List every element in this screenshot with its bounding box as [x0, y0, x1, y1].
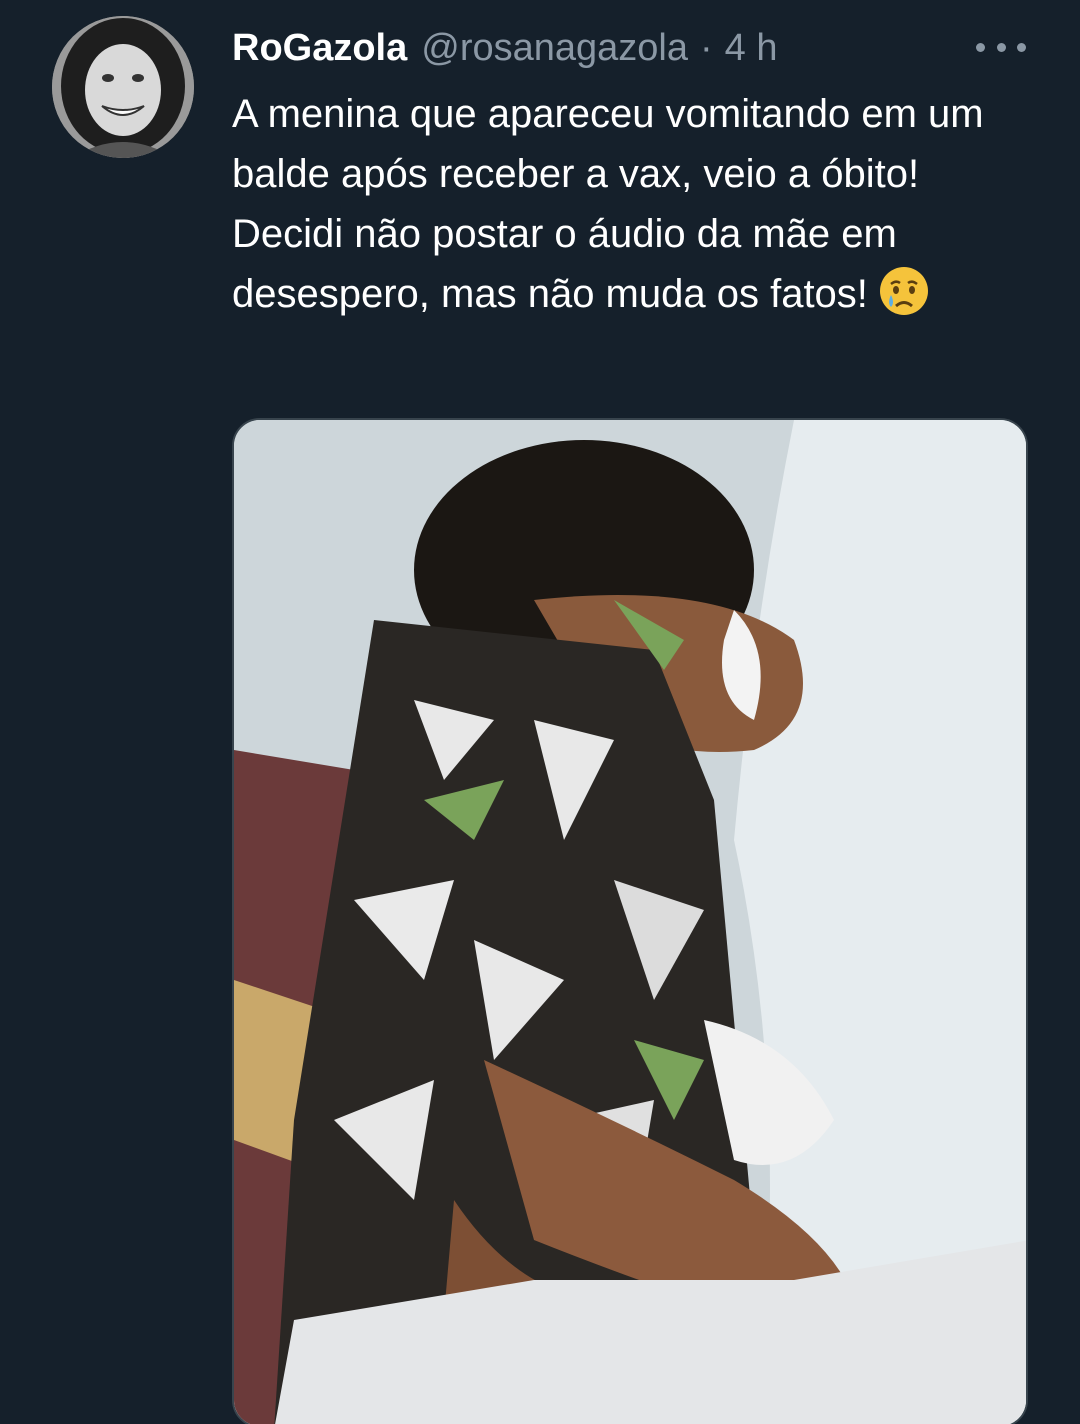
tweet-text: A menina que apareceu vomitando em um ba… — [232, 84, 1032, 334]
display-name[interactable]: RoGazola — [232, 22, 407, 74]
user-handle[interactable]: @rosanagazola — [421, 22, 688, 74]
separator-dot: · — [700, 27, 713, 69]
avatar-photo — [52, 16, 194, 158]
tweet-media-image[interactable] — [232, 418, 1028, 1424]
tweet-header: RoGazola @rosanagazola · 4 h — [232, 22, 777, 74]
photo-content — [234, 420, 1026, 1424]
avatar[interactable] — [52, 16, 194, 158]
more-options-icon[interactable] — [976, 38, 1026, 56]
timestamp[interactable]: 4 h — [725, 22, 778, 74]
tweet-body: A menina que apareceu vomitando em um ba… — [232, 92, 984, 316]
tweet: RoGazola @rosanagazola · 4 h A menina qu… — [0, 0, 1080, 1424]
crying-face-icon — [878, 265, 930, 334]
